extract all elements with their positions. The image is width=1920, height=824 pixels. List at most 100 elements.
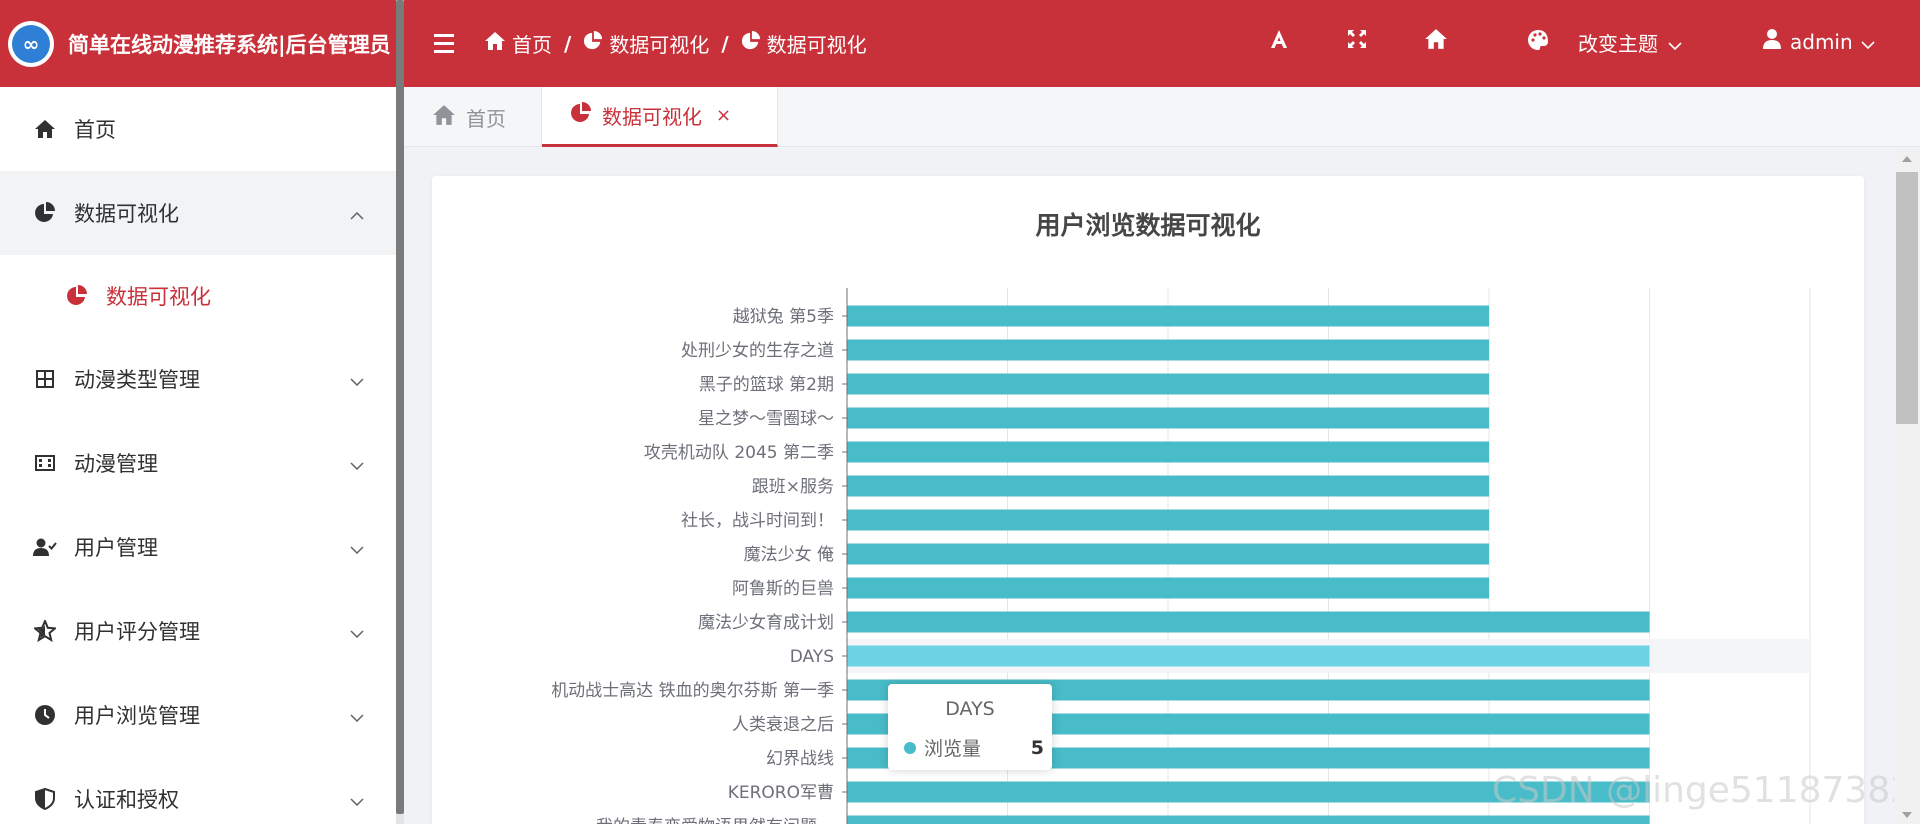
scroll-down-arrow-icon[interactable] (1902, 812, 1912, 818)
page-scrollbar-thumb[interactable] (1896, 172, 1918, 424)
bar[interactable] (847, 441, 1489, 463)
tooltip-value: 5 (1030, 736, 1044, 759)
top-header: 首页 / 数据可视化 / 数据可视化 改变主题 admin (404, 0, 1920, 87)
fullscreen-icon[interactable] (1346, 28, 1368, 50)
category-label: 社长，战斗时间到！ (681, 511, 834, 531)
sidebar-item-label: 动漫管理 (74, 452, 158, 476)
user-menu[interactable]: admin (1762, 28, 1875, 55)
sidebar-item-label: 首页 (74, 118, 116, 142)
grid-icon (32, 369, 58, 389)
sidebar-item-user-browse-management[interactable]: 用户浏览管理 (0, 673, 396, 757)
theme-switcher[interactable]: 改变主题 (1526, 28, 1682, 57)
close-icon[interactable]: × (716, 105, 731, 126)
breadcrumb-separator: / (721, 31, 729, 56)
bar[interactable] (847, 543, 1489, 565)
pie-chart-icon (64, 285, 90, 307)
category-label: 阿鲁斯的巨兽 (732, 579, 834, 599)
sidebar-subitem-data-visualization[interactable]: 数据可视化 (0, 255, 396, 337)
bar[interactable] (847, 509, 1489, 531)
chevron-up-icon (350, 201, 364, 225)
sidebar-item-user-management[interactable]: 用户管理 (0, 505, 396, 589)
home-icon (32, 119, 58, 139)
breadcrumb-current: 数据可视化 (741, 29, 867, 58)
sidebar-item-label: 数据可视化 (74, 202, 179, 226)
theme-label: 改变主题 (1578, 32, 1658, 56)
sidebar-item-label: 认证和授权 (74, 788, 179, 812)
tooltip-row: 浏览量 5 (904, 734, 1044, 761)
sidebar-item-label: 用户浏览管理 (74, 704, 200, 728)
page-scrollbar[interactable] (1894, 150, 1920, 824)
chevron-down-icon (1668, 31, 1682, 55)
clock-icon (32, 704, 58, 726)
tab-label: 首页 (466, 106, 506, 131)
chevron-down-icon (350, 367, 364, 391)
scroll-up-arrow-icon[interactable] (1902, 156, 1912, 162)
shield-icon (32, 788, 58, 810)
user-icon (1762, 28, 1782, 55)
bar[interactable] (847, 475, 1489, 497)
bar[interactable] (847, 645, 1650, 667)
sidebar-item-user-rating-management[interactable]: 用户评分管理 (0, 589, 396, 673)
category-label: 魔法少女 俺 (744, 545, 834, 565)
sidebar-item-label: 用户管理 (74, 536, 158, 560)
pie-chart-icon (583, 31, 603, 56)
home-icon (432, 104, 456, 131)
sidebar-item-home[interactable]: 首页 (0, 87, 396, 171)
sidebar-item-data-visualization[interactable]: 数据可视化 (0, 171, 396, 255)
chart-card: 用户浏览数据可视化 越狱兔 第5季 处刑少女的生存之道 黑子的篮球 第2期 星之梦～雪… (432, 176, 1864, 824)
home-icon[interactable] (1424, 28, 1448, 50)
sidebar-scrollbar[interactable] (396, 0, 404, 824)
pie-chart-icon (570, 102, 592, 129)
chevron-down-icon (350, 619, 364, 643)
sidebar-item-anime-type-management[interactable]: 动漫类型管理 (0, 337, 396, 421)
breadcrumb-home[interactable]: 首页 (484, 29, 552, 58)
chevron-down-icon (350, 451, 364, 475)
bar[interactable] (847, 373, 1489, 395)
chevron-down-icon (350, 787, 364, 811)
category-label: 攻壳机动队 2045 第二季 (644, 443, 834, 463)
sidebar-item-anime-management[interactable]: 动漫管理 (0, 421, 396, 505)
category-label: 处刑少女的生存之道 (681, 341, 834, 361)
tab-home[interactable]: 首页 (404, 87, 542, 147)
bar[interactable] (847, 577, 1489, 599)
bar[interactable] (847, 611, 1650, 633)
bar[interactable] (847, 305, 1489, 327)
category-label: 魔法少女育成计划 (698, 613, 834, 633)
sidebar-item-label: 用户评分管理 (74, 620, 200, 644)
chevron-down-icon (350, 703, 364, 727)
user-check-icon (32, 537, 58, 557)
category-label: 跟班×服务 (752, 477, 834, 497)
logo-bar: ∞ 简单在线动漫推荐系统|后台管理员 (0, 0, 396, 87)
bar-chart: 越狱兔 第5季处刑少女的生存之道黑子的篮球 第2期星之梦～雪圈球～ 攻壳机动队 2… (551, 288, 1811, 824)
series-marker (904, 741, 916, 754)
app-title: 简单在线动漫推荐系统|后台管理员 (68, 32, 391, 57)
category-label: 黑子的篮球 第2期 (699, 375, 834, 395)
bar[interactable] (847, 407, 1489, 429)
tab-label: 数据可视化 (602, 105, 702, 129)
category-label: 人类衰退之后 (732, 715, 834, 735)
bar[interactable] (847, 339, 1489, 361)
film-icon (32, 453, 58, 473)
category-label: 越狱兔 第5季 (733, 307, 834, 327)
sidebar: ∞ 简单在线动漫推荐系统|后台管理员 首页 数据可视化 数据可视化 动漫类型管理 (0, 0, 396, 824)
sidebar-item-label: 动漫类型管理 (74, 368, 200, 392)
sidebar-item-auth[interactable]: 认证和授权 (0, 757, 396, 824)
category-label: 幻界战线 (766, 749, 834, 769)
font-size-icon[interactable] (1268, 28, 1290, 50)
menu-toggle-icon[interactable] (434, 34, 464, 53)
palette-icon (1526, 28, 1550, 57)
breadcrumb-data-visualization[interactable]: 数据可视化 (583, 29, 709, 58)
category-label: 我的青春恋爱物语果然有问题。 (596, 816, 834, 824)
pie-chart-icon (741, 31, 761, 56)
pie-chart-icon (32, 202, 58, 224)
sidebar-scrollbar-thumb[interactable] (396, 0, 404, 814)
username: admin (1790, 29, 1853, 54)
watermark: CSDN @linge511873822 (1492, 770, 1920, 811)
star-icon (32, 620, 58, 642)
tab-data-visualization[interactable]: 数据可视化 × (542, 87, 778, 147)
chevron-down-icon (1861, 30, 1875, 54)
home-icon (484, 31, 506, 56)
chevron-down-icon (350, 535, 364, 559)
bar[interactable] (847, 815, 1650, 824)
category-label: KERORO军曹 (728, 783, 834, 803)
